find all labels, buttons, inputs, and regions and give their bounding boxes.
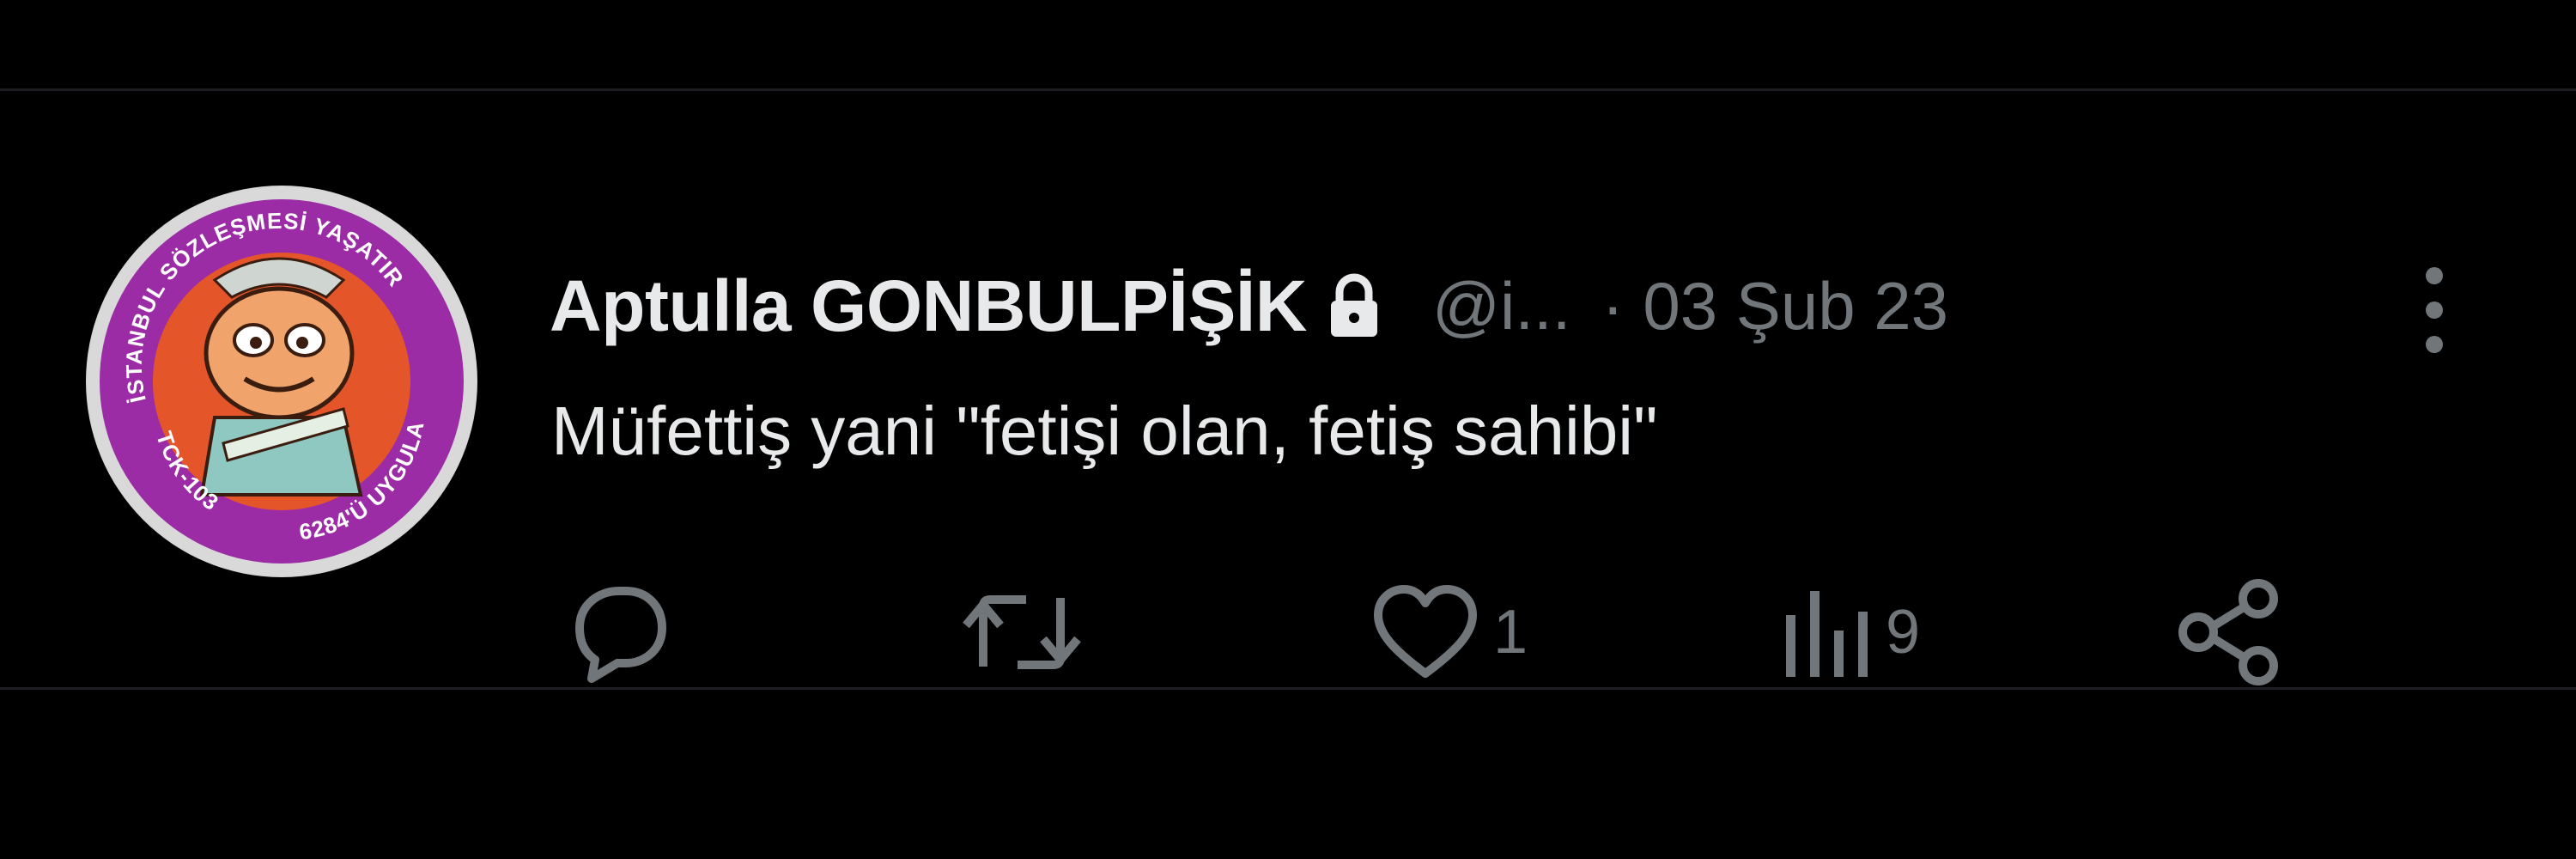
retweet-icon bbox=[963, 595, 1081, 669]
more-options-icon[interactable] bbox=[2417, 263, 2451, 357]
views-count: 9 bbox=[1886, 598, 1921, 667]
lock-icon bbox=[1326, 273, 1382, 338]
views-button[interactable]: 9 bbox=[1779, 572, 1920, 692]
share-icon bbox=[2178, 579, 2278, 685]
avatar-badge-image: İSTANBUL SÖZLEŞMESİ YAŞATIR TCK-103 6284… bbox=[88, 187, 476, 576]
tweet-header: Aptulla GONBULPİŞİK @i... · 03 Şub 23 bbox=[550, 263, 1948, 349]
heart-icon bbox=[1374, 585, 1477, 678]
tweet-text: Müfettiş yani "fetişi olan, fetiş sahibi… bbox=[551, 393, 1658, 469]
action-bar: 1 9 bbox=[0, 572, 2576, 692]
like-count: 1 bbox=[1493, 598, 1528, 667]
retweet-button[interactable] bbox=[957, 572, 1098, 692]
like-button[interactable]: 1 bbox=[1370, 572, 1528, 692]
share-button[interactable] bbox=[2172, 572, 2296, 692]
views-icon bbox=[1786, 591, 1868, 677]
avatar[interactable]: İSTANBUL SÖZLEŞMESİ YAŞATIR TCK-103 6284… bbox=[86, 186, 477, 577]
display-name[interactable]: Aptulla GONBULPİŞİK bbox=[550, 265, 1307, 348]
reply-button[interactable] bbox=[562, 572, 686, 692]
separator-dot: · bbox=[1601, 267, 1625, 344]
user-handle[interactable]: @i... bbox=[1432, 267, 1571, 345]
tweet-date[interactable]: 03 Şub 23 bbox=[1643, 267, 1948, 345]
tweet-card[interactable]: İSTANBUL SÖZLEŞMESİ YAŞATIR TCK-103 6284… bbox=[0, 91, 2576, 687]
reply-icon bbox=[575, 587, 666, 683]
bottom-divider bbox=[0, 687, 2576, 690]
